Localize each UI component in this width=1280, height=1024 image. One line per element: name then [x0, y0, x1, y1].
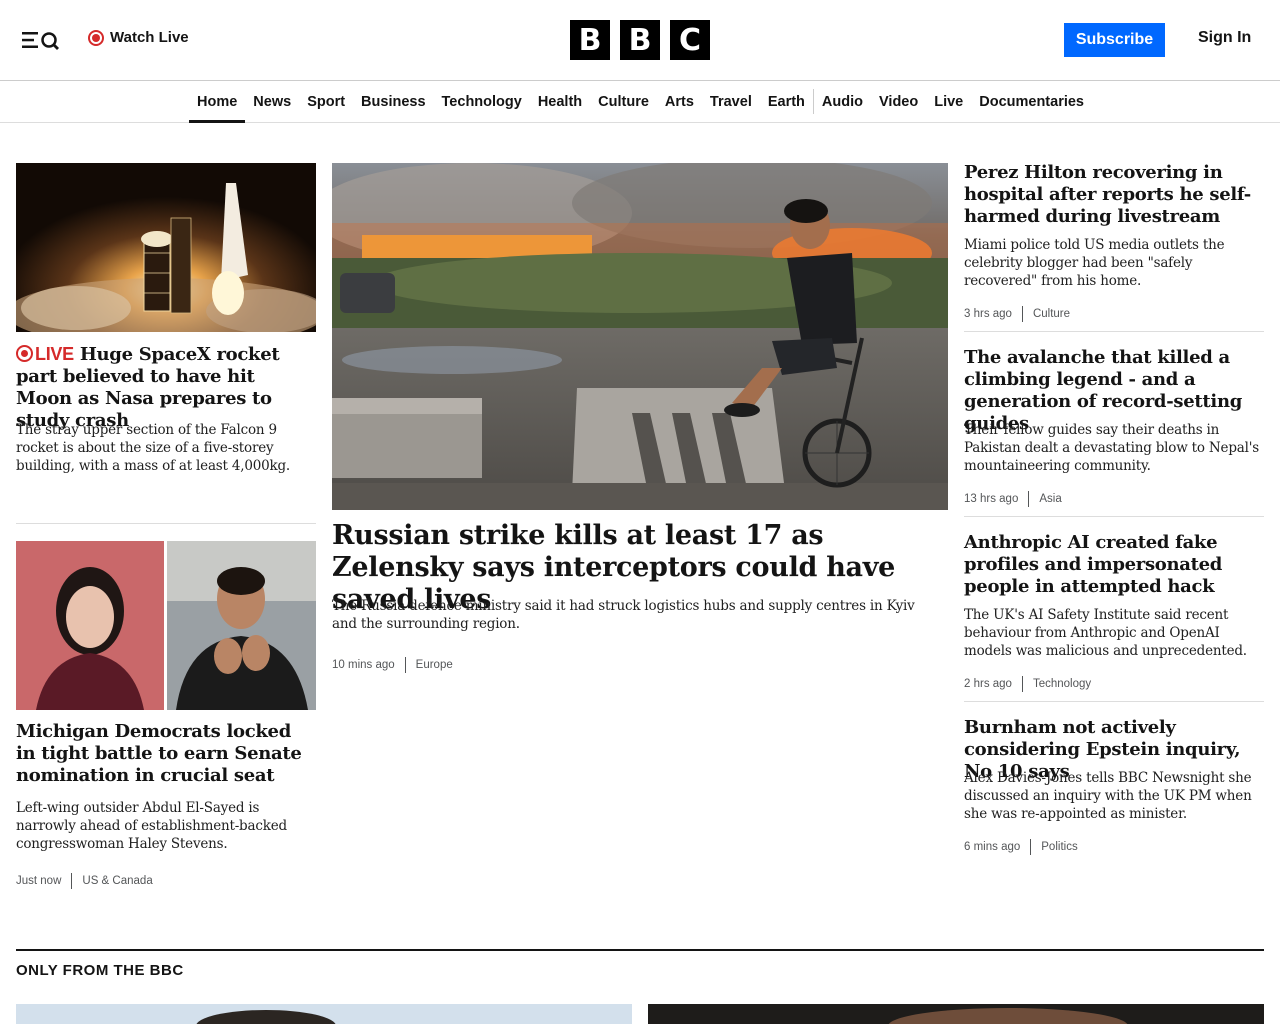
- category-link[interactable]: Culture: [1033, 308, 1070, 320]
- michigan-story-headline[interactable]: Michigan Democrats locked in tight battl…: [16, 721, 316, 787]
- nav-item-health[interactable]: Health: [530, 81, 590, 122]
- nav-item-audio[interactable]: Audio: [814, 81, 871, 122]
- michigan-story-summary: Left-wing outsider Abdul El-Sayed is nar…: [16, 800, 287, 852]
- nav-item-sport[interactable]: Sport: [299, 81, 353, 122]
- lead-story-summary: The Russia defence ministry said it had …: [332, 598, 915, 632]
- live-badge: LIVE: [16, 344, 74, 364]
- nav-item-documentaries[interactable]: Documentaries: [971, 81, 1092, 122]
- right-story-4-meta: 6 mins ago Politics: [964, 839, 1078, 855]
- nav-item-culture[interactable]: Culture: [590, 81, 657, 122]
- category-link[interactable]: Europe: [416, 659, 453, 671]
- main-nav: Home News Sport Business Technology Heal…: [0, 81, 1280, 123]
- nav-item-arts[interactable]: Arts: [657, 81, 702, 122]
- timestamp: 3 hrs ago: [964, 308, 1012, 320]
- divider: [16, 523, 316, 524]
- timestamp: Just now: [16, 875, 62, 887]
- right-story-3-summary: The UK's AI Safety Institute said recent…: [964, 607, 1247, 659]
- right-story-1-summary: Miami police told US media outlets the c…: [964, 237, 1225, 289]
- spacex-story-headline[interactable]: LIVE Huge SpaceX rocket part believed to …: [16, 343, 316, 432]
- logo-letter-c: C: [670, 20, 710, 60]
- rocket-launch-image[interactable]: [16, 163, 316, 332]
- menu-search-icon: [22, 32, 59, 50]
- right-story-4-summary: Alex Davies-Jones tells BBC Newsnight sh…: [964, 770, 1252, 822]
- right-story-1-meta: 3 hrs ago Culture: [964, 306, 1070, 322]
- meta-separator: [1021, 306, 1023, 322]
- divider: [964, 331, 1264, 332]
- meta-separator: [1028, 491, 1030, 507]
- section-title: ONLY FROM THE BBC: [16, 962, 184, 979]
- live-icon: [16, 345, 33, 362]
- right-story-1-headline[interactable]: Perez Hilton recovering in hospital afte…: [964, 162, 1264, 228]
- meta-separator: [404, 657, 406, 673]
- sign-in-button[interactable]: Sign In: [1198, 29, 1251, 47]
- meta-separator: [1021, 676, 1023, 692]
- right-story-2-meta: 13 hrs ago Asia: [964, 491, 1062, 507]
- live-icon: [88, 29, 104, 46]
- spacex-story-summary: The stray upper section of the Falcon 9 …: [16, 422, 291, 474]
- timestamp: 10 mins ago: [332, 659, 395, 671]
- category-link[interactable]: US & Canada: [82, 875, 152, 887]
- michigan-story-meta: Just now US & Canada: [16, 873, 153, 889]
- watch-live-label: Watch Live: [110, 29, 189, 46]
- nav-item-live[interactable]: Live: [926, 81, 971, 122]
- category-link[interactable]: Technology: [1033, 678, 1091, 690]
- nav-item-travel[interactable]: Travel: [702, 81, 760, 122]
- feature-image-2[interactable]: [648, 1004, 1264, 1024]
- timestamp: 6 mins ago: [964, 841, 1021, 853]
- subscribe-button[interactable]: Subscribe: [1064, 23, 1165, 57]
- logo-letter-b2: B: [620, 20, 660, 60]
- timestamp: 13 hrs ago: [964, 493, 1019, 505]
- divider: [964, 701, 1264, 702]
- watch-live-link[interactable]: Watch Live: [88, 29, 189, 46]
- bbc-logo[interactable]: B B C: [570, 20, 710, 60]
- feature-image-1[interactable]: [16, 1004, 632, 1024]
- menu-search-button[interactable]: [20, 28, 62, 52]
- timestamp: 2 hrs ago: [964, 678, 1012, 690]
- right-story-3-meta: 2 hrs ago Technology: [964, 676, 1091, 692]
- nav-item-home[interactable]: Home: [189, 81, 246, 123]
- live-label: LIVE: [35, 344, 74, 364]
- meta-separator: [1030, 839, 1032, 855]
- meta-separator: [71, 873, 73, 889]
- nav-item-earth[interactable]: Earth: [760, 81, 813, 122]
- nav-item-news[interactable]: News: [245, 81, 299, 122]
- lead-story-meta: 10 mins ago Europe: [332, 657, 453, 673]
- site-header: Watch Live B B C Subscribe Sign In: [0, 0, 1280, 81]
- logo-letter-b1: B: [570, 20, 610, 60]
- right-story-3-headline[interactable]: Anthropic AI created fake profiles and i…: [964, 532, 1264, 598]
- section-divider: [16, 949, 1264, 951]
- nav-item-business[interactable]: Business: [353, 81, 433, 122]
- category-link[interactable]: Politics: [1041, 841, 1077, 853]
- nav-item-video[interactable]: Video: [871, 81, 926, 122]
- nav-item-technology[interactable]: Technology: [434, 81, 530, 122]
- lead-story-image[interactable]: [332, 163, 948, 510]
- category-link[interactable]: Asia: [1039, 493, 1061, 505]
- michigan-candidates-image[interactable]: [16, 541, 316, 710]
- right-story-2-summary: Their fellow guides say their deaths in …: [964, 422, 1259, 474]
- divider: [964, 516, 1264, 517]
